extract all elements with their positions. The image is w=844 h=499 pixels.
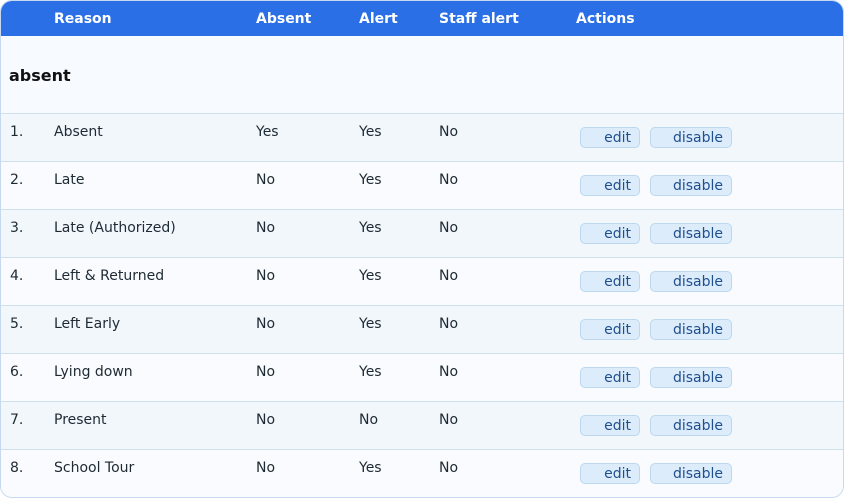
- reasons-table: Reason Absent Alert Staff alert Actions …: [0, 0, 844, 498]
- reason-cell: Late: [54, 172, 85, 188]
- staff-alert-cell: No: [439, 124, 459, 140]
- disable-button[interactable]: disable: [650, 367, 732, 388]
- table-row: 2. Late No Yes No edit disable: [1, 162, 843, 210]
- alert-cell: Yes: [359, 268, 382, 284]
- edit-button[interactable]: edit: [580, 463, 640, 484]
- disable-button[interactable]: disable: [650, 319, 732, 340]
- header-alert: Alert: [359, 11, 398, 27]
- row-number: 7.: [10, 412, 24, 428]
- reason-cell: Present: [54, 412, 107, 428]
- alert-cell: Yes: [359, 172, 382, 188]
- header-actions: Actions: [576, 11, 635, 27]
- absent-cell: No: [256, 172, 276, 188]
- table-row: 8. School Tour No Yes No edit disable: [1, 450, 843, 497]
- edit-button[interactable]: edit: [580, 319, 640, 340]
- reason-cell: Absent: [54, 124, 103, 140]
- group-title: absent: [9, 66, 71, 85]
- reason-cell: Lying down: [54, 364, 133, 380]
- table-row: 3. Late (Authorized) No Yes No edit disa…: [1, 210, 843, 258]
- disable-button[interactable]: disable: [650, 463, 732, 484]
- row-number: 2.: [10, 172, 24, 188]
- absent-cell: No: [256, 316, 276, 332]
- edit-button[interactable]: edit: [580, 415, 640, 436]
- row-number: 6.: [10, 364, 24, 380]
- table-row: 4. Left & Returned No Yes No edit disabl…: [1, 258, 843, 306]
- edit-button[interactable]: edit: [580, 223, 640, 244]
- absent-cell: No: [256, 220, 276, 236]
- row-number: 3.: [10, 220, 24, 236]
- row-number: 5.: [10, 316, 24, 332]
- disable-button[interactable]: disable: [650, 127, 732, 148]
- absent-cell: No: [256, 460, 276, 476]
- alert-cell: Yes: [359, 220, 382, 236]
- table-header: Reason Absent Alert Staff alert Actions: [1, 1, 843, 36]
- reason-cell: Late (Authorized): [54, 220, 176, 236]
- reason-cell: Left Early: [54, 316, 121, 332]
- alert-cell: Yes: [359, 460, 382, 476]
- staff-alert-cell: No: [439, 220, 459, 236]
- table-row: 7. Present No No No edit disable: [1, 402, 843, 450]
- absent-cell: No: [256, 364, 276, 380]
- alert-cell: Yes: [359, 364, 382, 380]
- edit-button[interactable]: edit: [580, 175, 640, 196]
- alert-cell: Yes: [359, 124, 382, 140]
- edit-button[interactable]: edit: [580, 367, 640, 388]
- disable-button[interactable]: disable: [650, 223, 732, 244]
- staff-alert-cell: No: [439, 460, 459, 476]
- row-number: 4.: [10, 268, 24, 284]
- header-absent: Absent: [256, 11, 312, 27]
- table-row: 5. Left Early No Yes No edit disable: [1, 306, 843, 354]
- disable-button[interactable]: disable: [650, 271, 732, 292]
- alert-cell: Yes: [359, 316, 382, 332]
- row-number: 8.: [10, 460, 24, 476]
- staff-alert-cell: No: [439, 316, 459, 332]
- header-staff-alert: Staff alert: [439, 11, 519, 27]
- staff-alert-cell: No: [439, 268, 459, 284]
- reason-cell: School Tour: [54, 460, 135, 476]
- edit-button[interactable]: edit: [580, 271, 640, 292]
- group-row: absent: [1, 36, 843, 114]
- table-row: 6. Lying down No Yes No edit disable: [1, 354, 843, 402]
- reason-cell: Left & Returned: [54, 268, 165, 284]
- table-row: 1. Absent Yes Yes No edit disable: [1, 114, 843, 162]
- absent-cell: Yes: [256, 124, 279, 140]
- row-number: 1.: [10, 124, 24, 140]
- staff-alert-cell: No: [439, 364, 459, 380]
- absent-cell: No: [256, 412, 276, 428]
- staff-alert-cell: No: [439, 412, 459, 428]
- alert-cell: No: [359, 412, 379, 428]
- header-reason: Reason: [54, 11, 112, 27]
- disable-button[interactable]: disable: [650, 175, 732, 196]
- edit-button[interactable]: edit: [580, 127, 640, 148]
- disable-button[interactable]: disable: [650, 415, 732, 436]
- absent-cell: No: [256, 268, 276, 284]
- staff-alert-cell: No: [439, 172, 459, 188]
